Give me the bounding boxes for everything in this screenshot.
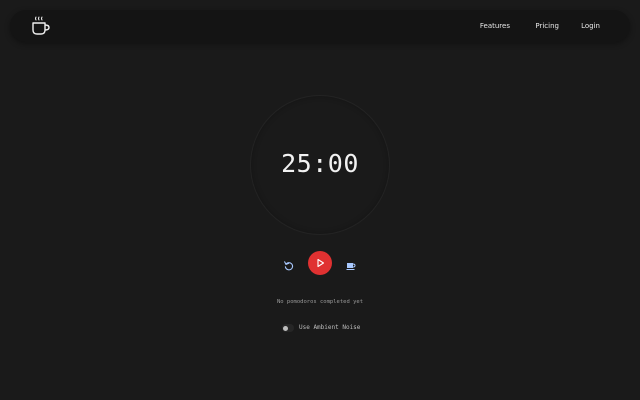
- navbar: Features Pricing Login: [10, 10, 630, 42]
- nav-link-features[interactable]: Features: [480, 10, 510, 42]
- ambient-noise-label: Use Ambient Noise: [299, 324, 361, 331]
- reset-icon[interactable]: [283, 257, 295, 271]
- nav-link-login[interactable]: Login: [581, 10, 600, 42]
- timer-display: 25:00: [281, 149, 359, 178]
- toggle-knob: [283, 325, 288, 331]
- play-icon: [317, 258, 325, 268]
- pomodoro-status: No pomodoros completed yet: [276, 299, 364, 305]
- coffee-break-icon[interactable]: [345, 257, 357, 270]
- coffee-cup-icon[interactable]: [30, 15, 52, 37]
- timer-controls: [0, 251, 640, 275]
- page: Features Pricing Login 25:00 No pomodoro…: [0, 0, 640, 400]
- play-button[interactable]: [308, 251, 332, 275]
- ambient-noise-toggle[interactable]: [282, 324, 294, 332]
- nav-link-pricing[interactable]: Pricing: [535, 10, 559, 42]
